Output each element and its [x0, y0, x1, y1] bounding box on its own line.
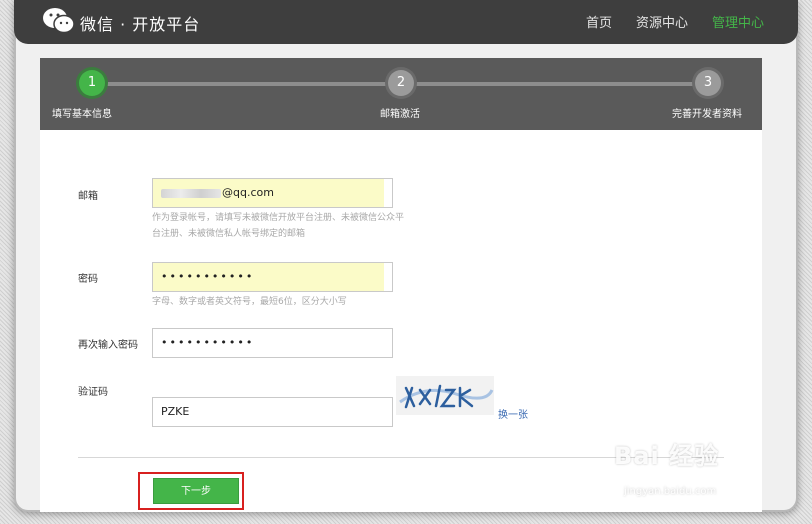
step-2-indicator: 2	[388, 70, 414, 96]
captcha-image[interactable]	[396, 376, 494, 415]
captcha-value: PZKE	[161, 405, 190, 418]
platform-logo[interactable]: 微信 · 开放平台	[42, 6, 200, 40]
next-step-button[interactable]: 下一步	[153, 478, 239, 504]
top-navigation-bar: 微信 · 开放平台 首页 资源中心 管理中心	[14, 0, 798, 44]
refresh-captcha-link[interactable]: 换一张	[498, 406, 528, 421]
captcha-label: 验证码	[78, 387, 108, 398]
nav-resource-center[interactable]: 资源中心	[636, 12, 688, 31]
platform-title: 微信 · 开放平台	[80, 15, 201, 34]
wechat-logo-icon	[42, 6, 76, 40]
step-3-label: 完善开发者资料	[672, 109, 742, 120]
email-hint: 作为登录帐号，请填写未被微信开放平台注册、未被微信公众平台注册、未被微信私人帐号…	[152, 213, 405, 239]
watermark-logo: Bai 经验	[614, 442, 720, 470]
nav-home[interactable]: 首页	[586, 12, 612, 31]
email-value: @qq.com	[222, 186, 274, 199]
step-3-indicator: 3	[695, 70, 721, 96]
step-1-indicator: 1	[79, 70, 105, 96]
step-2-label: 邮箱激活	[380, 109, 420, 120]
password-field[interactable]: •••••••••••	[152, 262, 393, 292]
password-hint: 字母、数字或者英文符号，最短6位，区分大小写	[152, 297, 347, 307]
email-label: 邮箱	[78, 191, 98, 202]
main-nav: 首页 资源中心 管理中心	[586, 12, 764, 31]
password-label: 密码	[78, 274, 98, 285]
watermark-url: jingyan.baidu.com	[624, 486, 717, 497]
nav-management-center[interactable]: 管理中心	[712, 12, 764, 31]
step-1-label: 填写基本信息	[52, 109, 112, 120]
confirm-password-value: •••••••••••	[161, 336, 255, 349]
confirm-password-field[interactable]: •••••••••••	[152, 328, 393, 358]
redacted-email-prefix	[161, 188, 221, 198]
confirm-password-label: 再次输入密码	[78, 340, 138, 351]
captcha-input[interactable]: PZKE	[152, 397, 393, 427]
baidu-jingyan-watermark: Bai 经验 jingyan.baidu.com	[614, 436, 720, 497]
email-field[interactable]: @qq.com	[152, 178, 393, 208]
progress-steps: 1 填写基本信息 2 邮箱激活 3 完善开发者资料	[40, 58, 762, 130]
password-value: •••••••••••	[161, 270, 255, 283]
